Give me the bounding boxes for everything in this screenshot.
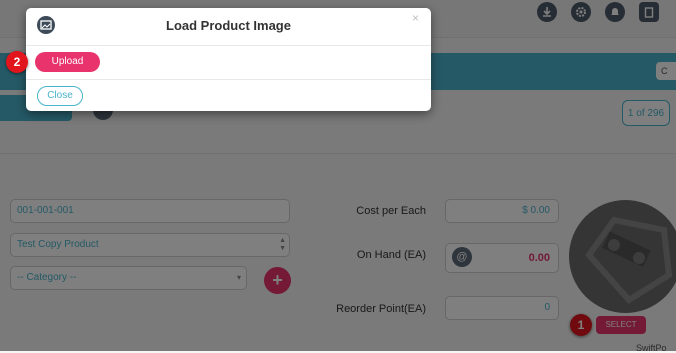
- close-button[interactable]: Close: [37, 86, 83, 106]
- close-icon[interactable]: ×: [412, 11, 419, 25]
- upload-button[interactable]: Upload: [35, 52, 100, 72]
- modal-title: Load Product Image: [166, 18, 291, 33]
- step-marker-2: 2: [6, 51, 28, 73]
- load-image-modal: Load Product Image × Upload Close: [26, 8, 431, 111]
- modal-divider: [26, 79, 431, 80]
